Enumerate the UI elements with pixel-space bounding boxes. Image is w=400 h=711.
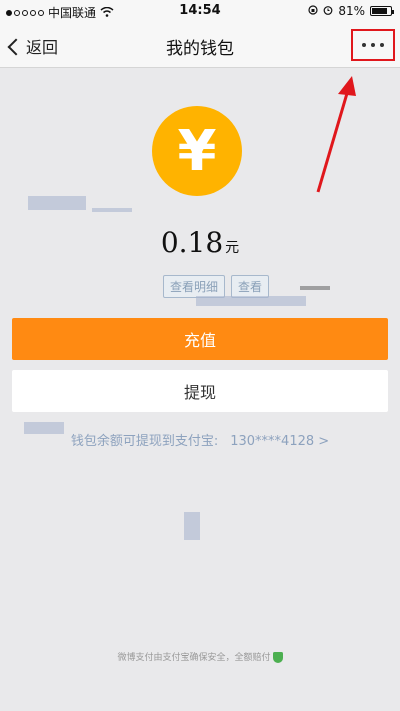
wallet-coin-icon: ¥ xyxy=(152,106,242,196)
battery-icon xyxy=(370,6,394,16)
security-footer-text: 微博支付由支付宝确保安全，全额赔付 xyxy=(117,653,271,663)
page-title: 我的钱包 xyxy=(166,39,234,59)
alipay-account-link[interactable]: 130****4128 > xyxy=(230,434,329,449)
balance-amount: 0.18 xyxy=(160,226,224,259)
alarm-icon xyxy=(323,4,333,18)
view-details-link-2[interactable]: 查看 xyxy=(231,275,270,298)
withdraw-hint: 钱包余额可提现到支付宝: 130****4128 > xyxy=(0,430,400,449)
battery-fill xyxy=(372,8,387,14)
blurred-area xyxy=(92,208,132,212)
recharge-button[interactable]: 充值 xyxy=(12,318,388,360)
balance-row: 0.18 元 xyxy=(0,226,400,259)
more-button[interactable] xyxy=(351,29,395,61)
more-dot xyxy=(380,43,384,47)
coin-symbol: ¥ xyxy=(177,118,217,184)
blurred-area xyxy=(196,296,306,306)
nav-bar: 返回 我的钱包 xyxy=(0,22,400,68)
withdraw-label: 提现 xyxy=(183,383,216,402)
security-footer: 微博支付由支付宝确保安全，全额赔付 xyxy=(0,650,400,663)
blurred-area xyxy=(28,196,86,210)
more-dot xyxy=(362,43,366,47)
battery-percent: 81% xyxy=(338,4,365,18)
more-dot xyxy=(371,43,375,47)
detail-links: 查看明细 查看 xyxy=(163,275,270,298)
blurred-area xyxy=(300,286,330,290)
status-bar: 中国联通 14:54 81% xyxy=(0,0,400,22)
blurred-area xyxy=(184,512,200,540)
withdraw-hint-text: 钱包余额可提现到支付宝: xyxy=(70,434,219,449)
withdraw-button[interactable]: 提现 xyxy=(12,370,388,412)
balance-unit: 元 xyxy=(225,240,240,256)
view-details-link[interactable]: 查看明细 xyxy=(163,275,226,298)
status-right: 81% xyxy=(308,4,394,18)
red-arrow-annotation xyxy=(316,76,356,193)
lock-rotation-icon xyxy=(308,4,318,18)
shield-check-icon xyxy=(272,652,283,663)
